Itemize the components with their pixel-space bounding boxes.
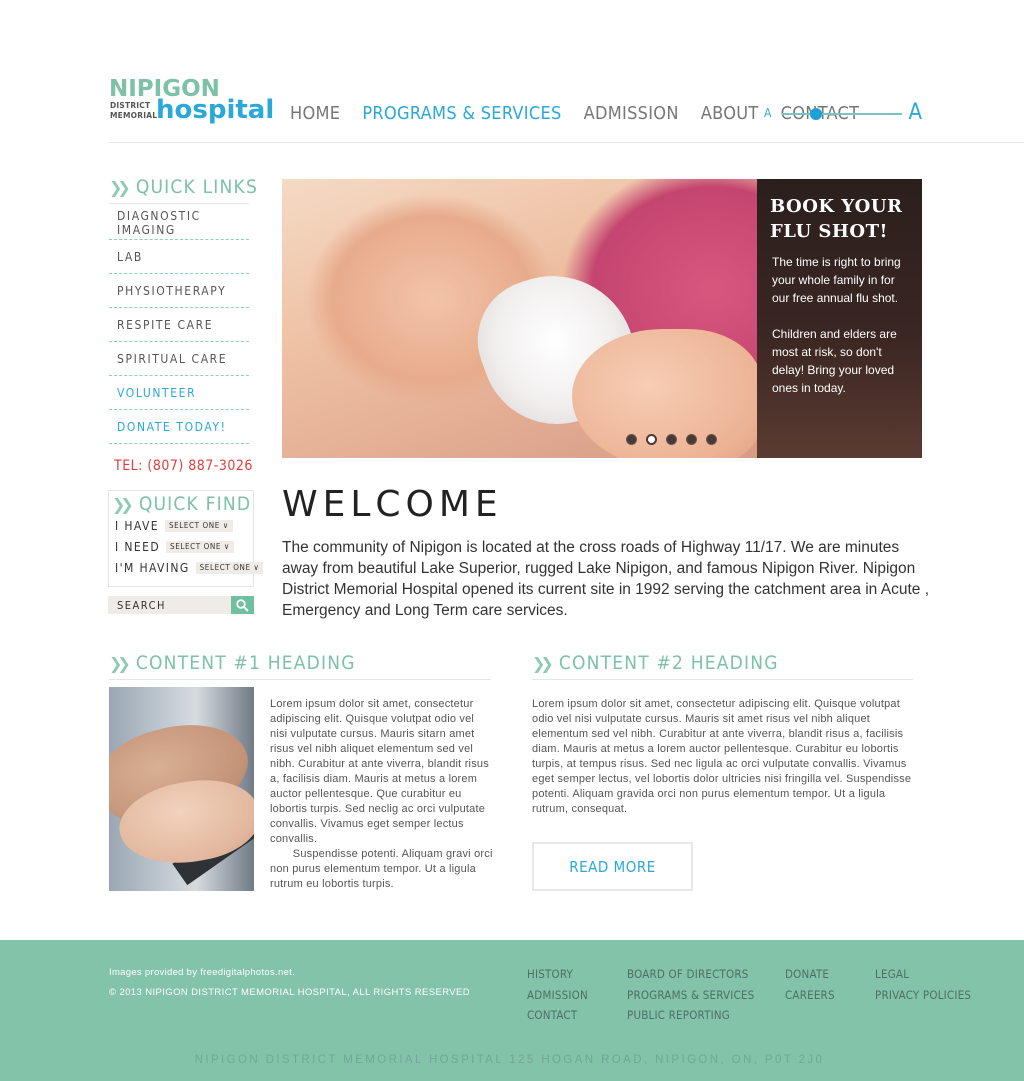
content-2-title: CONTENT #2 HEADING <box>558 652 779 674</box>
search-button[interactable] <box>231 596 254 614</box>
quick-link-volunteer[interactable]: VOLUNTEER <box>109 376 249 410</box>
footer-link-public-reporting[interactable]: PUBLIC REPORTING <box>627 1005 754 1026</box>
quick-link-respite-care[interactable]: RESPITE CARE <box>109 308 249 342</box>
quick-link-lab[interactable]: LAB <box>109 240 249 274</box>
content-1-paragraph: Lorem ipsum dolor sit amet, consectetur … <box>270 698 489 845</box>
double-chevron-right-icon: ❯❯ <box>532 653 554 673</box>
footer-link-donate[interactable]: DONATE <box>785 964 835 985</box>
site-footer: Images provided by freedigitalphotos.net… <box>0 940 1024 1081</box>
quick-link-physiotherapy[interactable]: PHYSIOTHERAPY <box>109 274 249 308</box>
quick-find-label: I HAVE <box>115 519 159 533</box>
nav-about[interactable]: ABOUT <box>701 102 759 126</box>
nav-admission[interactable]: ADMISSION <box>584 102 679 126</box>
footer-link-legal[interactable]: LEGAL <box>875 964 971 985</box>
chevron-down-icon: ∨ <box>222 521 229 530</box>
font-size-small-label[interactable]: A <box>764 106 771 120</box>
header-divider <box>109 142 1024 143</box>
select-value: SELECT ONE <box>168 521 220 530</box>
font-size-track[interactable] <box>782 113 902 115</box>
content-1-image <box>109 687 254 891</box>
logo-district: DISTRICT <box>110 101 151 110</box>
quick-find-label: I NEED <box>115 540 161 554</box>
hero-caption-panel: BOOK YOUR FLU SHOT! The time is right to… <box>757 179 922 458</box>
footer-link-privacy-policies[interactable]: PRIVACY POLICIES <box>875 985 971 1006</box>
font-size-large-label[interactable]: A <box>908 100 922 125</box>
footer-link-programs-services[interactable]: PROGRAMS & SERVICES <box>627 985 754 1006</box>
telephone-number[interactable]: TEL: (807) 887-3026 <box>114 458 253 474</box>
read-more-button[interactable]: READ MORE <box>532 842 693 891</box>
quick-link-diagnostic-imaging[interactable]: DIAGNOSTIC IMAGING <box>109 206 249 240</box>
footer-links-col-3: DONATE CAREERS <box>785 964 835 1005</box>
quick-links-list: DIAGNOSTIC IMAGING LAB PHYSIOTHERAPY RES… <box>109 206 249 444</box>
footer-link-history[interactable]: HISTORY <box>527 964 588 985</box>
footer-links-col-1: HISTORY ADMISSION CONTACT <box>527 964 588 1026</box>
quick-find-title: QUICK FIND <box>138 493 252 515</box>
content-2-text: Lorem ipsum dolor sit amet, consectetur … <box>532 698 912 815</box>
nav-programs-services[interactable]: PROGRAMS & SERVICES <box>362 102 561 126</box>
quick-find-box: ❯❯ QUICK FIND I HAVE SELECT ONE ∨ I NEED… <box>108 490 264 587</box>
quick-links-divider <box>109 203 249 204</box>
double-chevron-right-icon: ❯❯ <box>112 494 134 514</box>
hero-paragraph-2: Children and elders are most at risk, so… <box>772 327 897 395</box>
image-credit: Images provided by freedigitalphotos.net… <box>109 967 296 978</box>
footer-links-col-2: BOARD OF DIRECTORS PROGRAMS & SERVICES P… <box>627 964 754 1026</box>
slider-pagination <box>626 434 717 445</box>
content-1-paragraph-2: Suspendisse potenti. Aliquam gravi orci … <box>270 848 493 890</box>
quick-link-donate[interactable]: DONATE TODAY! <box>109 410 249 444</box>
quick-find-row-having: I'M HAVING SELECT ONE ∨ <box>115 561 264 575</box>
chevron-down-icon: ∨ <box>223 542 230 551</box>
double-chevron-right-icon: ❯❯ <box>109 177 131 197</box>
hospital-logo[interactable]: NIPIGON DISTRICT MEMORIAL hospital <box>109 76 279 130</box>
content-2-divider <box>532 679 913 680</box>
hero-slider: BOOK YOUR FLU SHOT! The time is right to… <box>282 179 922 458</box>
quick-find-select-need[interactable]: SELECT ONE ∨ <box>166 541 234 553</box>
welcome-text: The community of Nipigon is located at t… <box>282 539 930 619</box>
copyright: © 2013 NIPIGON DISTRICT MEMORIAL HOSPITA… <box>109 987 471 998</box>
quick-find-row-need: I NEED SELECT ONE ∨ <box>115 540 234 554</box>
quick-find-row-have: I HAVE SELECT ONE ∨ <box>115 519 233 533</box>
content-2-heading: ❯❯ CONTENT #2 HEADING <box>532 652 779 674</box>
quick-links-heading: ❯❯ QUICK LINKS <box>109 176 258 198</box>
hero-paragraph-1: The time is right to bring your whole fa… <box>772 255 901 305</box>
content-1-divider <box>109 679 491 680</box>
content-1-text: Lorem ipsum dolor sit amet, consectetur … <box>270 697 494 892</box>
hero-photo <box>282 179 762 458</box>
search-icon <box>236 598 249 612</box>
footer-link-careers[interactable]: CAREERS <box>785 985 835 1006</box>
footer-link-board-of-directors[interactable]: BOARD OF DIRECTORS <box>627 964 754 985</box>
select-value: SELECT ONE <box>170 542 222 551</box>
slider-dot-5[interactable] <box>706 434 717 445</box>
slider-dot-3[interactable] <box>666 434 677 445</box>
slider-dot-1[interactable] <box>626 434 637 445</box>
quick-link-spiritual-care[interactable]: SPIRITUAL CARE <box>109 342 249 376</box>
logo-hospital: hospital <box>156 95 275 125</box>
quick-find-label: I'M HAVING <box>115 561 190 575</box>
content-1-title: CONTENT #1 HEADING <box>135 652 356 674</box>
select-value: SELECT ONE <box>199 563 251 572</box>
quick-find-select-have[interactable]: SELECT ONE ∨ <box>164 520 233 532</box>
footer-link-contact[interactable]: CONTACT <box>527 1005 588 1026</box>
double-chevron-right-icon: ❯❯ <box>109 653 131 673</box>
footer-link-admission[interactable]: ADMISSION <box>527 985 588 1006</box>
hero-title: BOOK YOUR FLU SHOT! <box>770 196 903 242</box>
footer-links-col-4: LEGAL PRIVACY POLICIES <box>875 964 971 1005</box>
quick-find-select-having[interactable]: SELECT ONE ∨ <box>195 562 264 574</box>
search-input[interactable] <box>108 596 231 614</box>
logo-memorial: MEMORIAL <box>110 111 158 120</box>
chevron-down-icon: ∨ <box>253 563 260 572</box>
font-size-slider[interactable]: A A <box>764 100 926 128</box>
footer-address: NIPIGON DISTRICT MEMORIAL HOSPITAL 125 H… <box>194 1054 825 1066</box>
quick-links-title: QUICK LINKS <box>135 176 258 198</box>
welcome-title: WELCOME <box>282 484 503 525</box>
font-size-handle[interactable] <box>810 108 822 120</box>
nav-home[interactable]: HOME <box>290 102 340 126</box>
quick-find-heading: ❯❯ QUICK FIND <box>112 493 251 515</box>
content-1-heading: ❯❯ CONTENT #1 HEADING <box>109 652 356 674</box>
slider-dot-4[interactable] <box>686 434 697 445</box>
search-bar <box>108 596 254 614</box>
slider-dot-2[interactable] <box>646 434 657 445</box>
